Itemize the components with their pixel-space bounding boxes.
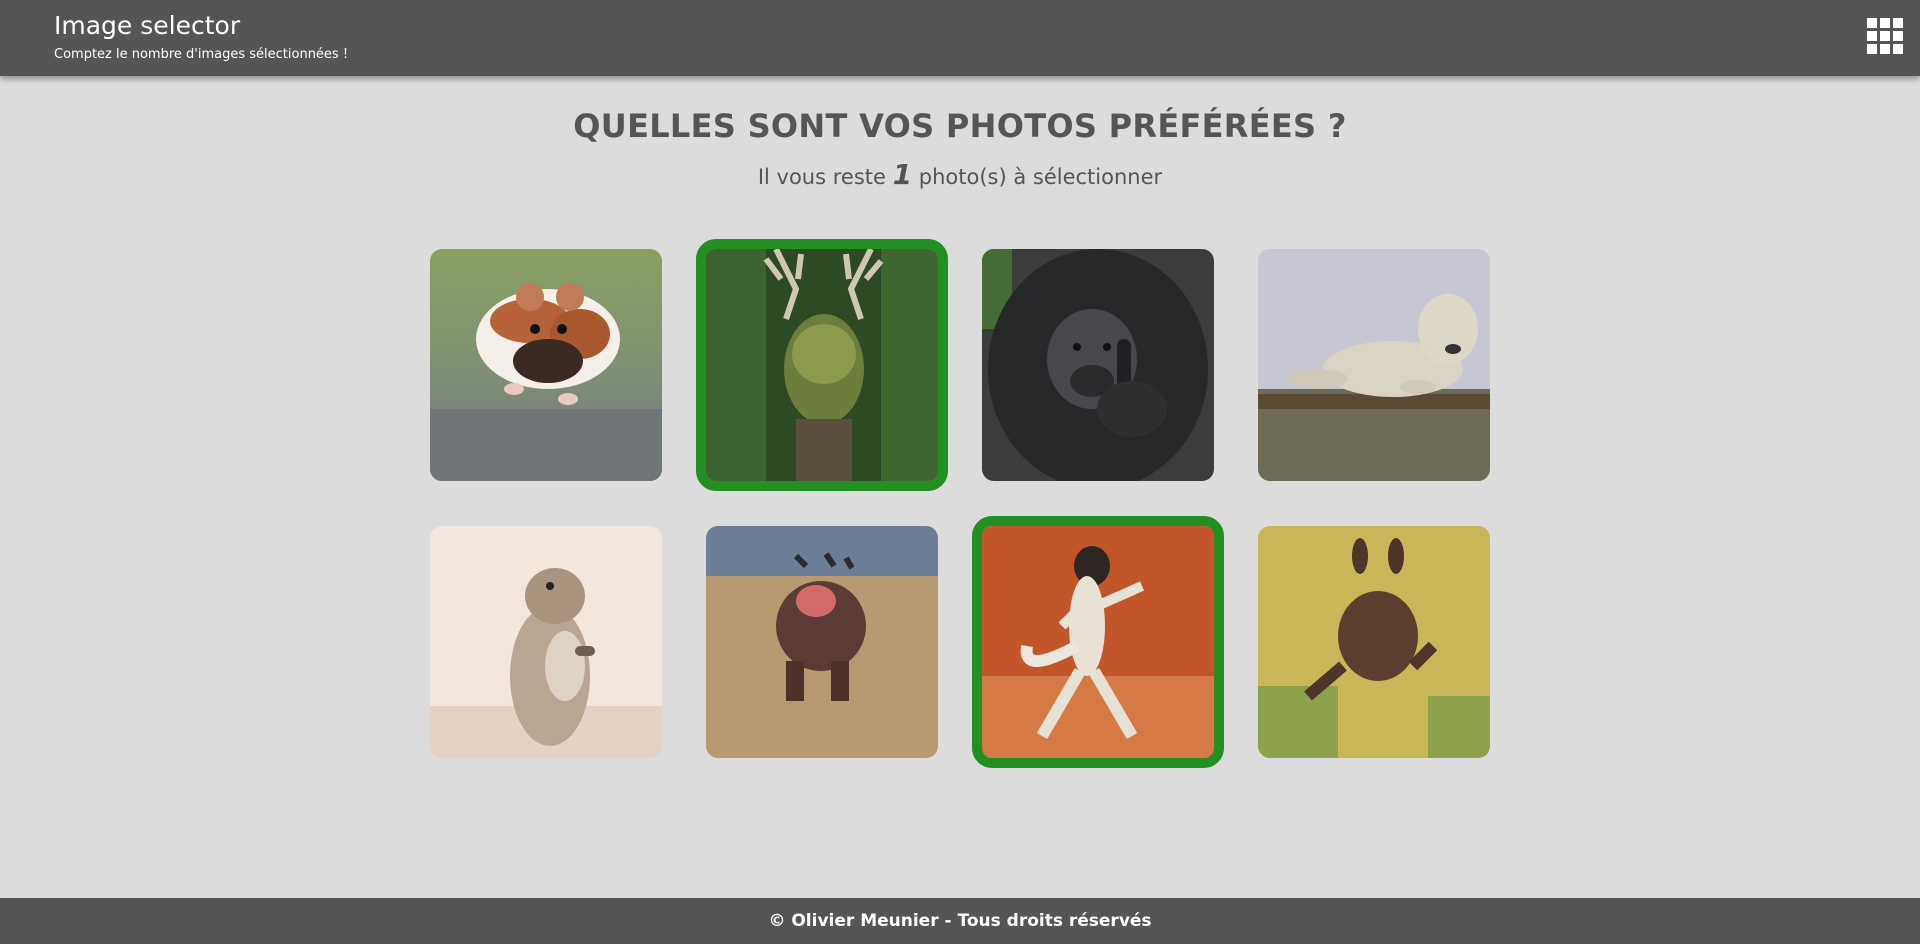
photo-gorilla[interactable] xyxy=(982,249,1214,481)
page-title: QUELLES SONT VOS PHOTOS PRÉFÉRÉES ? xyxy=(573,107,1347,145)
photo-squirrel[interactable] xyxy=(1258,526,1490,758)
photo-seal[interactable] xyxy=(1258,249,1490,481)
footer-copyright: © Olivier Meunier - Tous droits réservés xyxy=(0,898,1920,944)
counter-prefix: Il vous reste xyxy=(757,165,886,189)
app-subtitle: Comptez le nombre d'images sélectionnées… xyxy=(54,47,349,62)
photo-stag[interactable] xyxy=(696,239,948,491)
photo-lemur[interactable] xyxy=(972,516,1224,768)
app-title: Image selector xyxy=(54,11,241,40)
remaining-count: 1 xyxy=(892,158,913,191)
photo-ground-squirrel[interactable] xyxy=(430,526,662,758)
app-header: Image selector Comptez le nombre d'image… xyxy=(0,0,1920,76)
grid-menu-icon[interactable] xyxy=(1867,18,1903,54)
photo-hippo[interactable] xyxy=(706,526,938,758)
counter-suffix: photo(s) à sélectionner xyxy=(918,165,1163,189)
photo-hamster[interactable] xyxy=(430,249,662,481)
remaining-counter: Il vous reste 1 photo(s) à sélectionner xyxy=(0,158,1920,191)
